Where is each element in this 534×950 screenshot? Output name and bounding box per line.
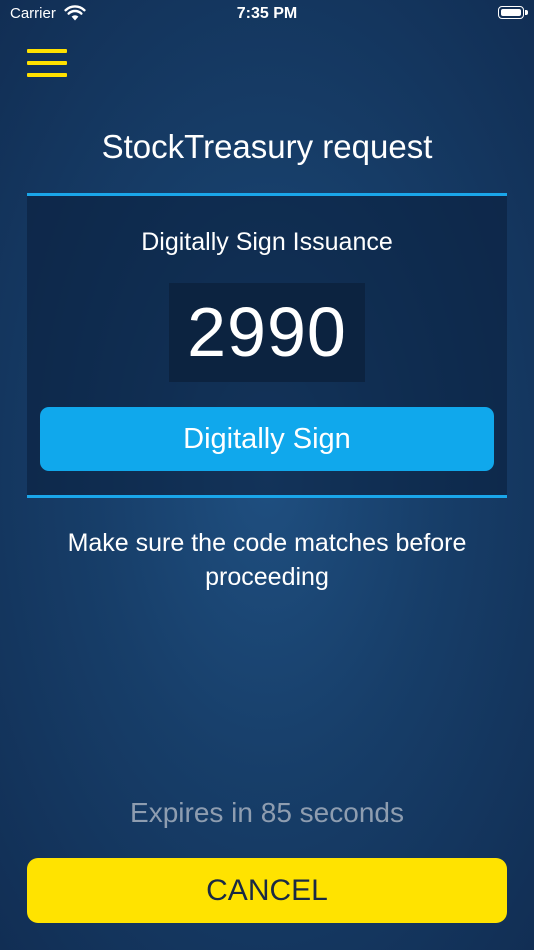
- status-time: 7:35 PM: [236, 5, 298, 22]
- battery-icon: [498, 6, 524, 19]
- panel-title: Digitally Sign Issuance: [141, 228, 393, 256]
- expiry-countdown: Expires in 85 seconds: [130, 797, 404, 828]
- page-title: StockTreasury request: [101, 128, 433, 165]
- hamburger-menu-icon[interactable]: [27, 49, 67, 77]
- menu-bar-top: [27, 49, 67, 53]
- menu-bar-middle: [27, 61, 67, 65]
- verification-code: 2990: [169, 283, 365, 382]
- status-bar: Carrier 7:35 PM: [0, 0, 534, 28]
- cancel-button[interactable]: CANCEL: [27, 858, 507, 923]
- digitally-sign-button[interactable]: Digitally Sign: [40, 407, 494, 471]
- battery-tip: [525, 10, 528, 15]
- instruction-text: Make sure the code matches before procee…: [67, 529, 467, 591]
- sign-panel: Digitally Sign Issuance 2990 Digitally S…: [27, 193, 507, 498]
- menu-bar-bottom: [27, 73, 67, 77]
- battery-level: [501, 9, 521, 16]
